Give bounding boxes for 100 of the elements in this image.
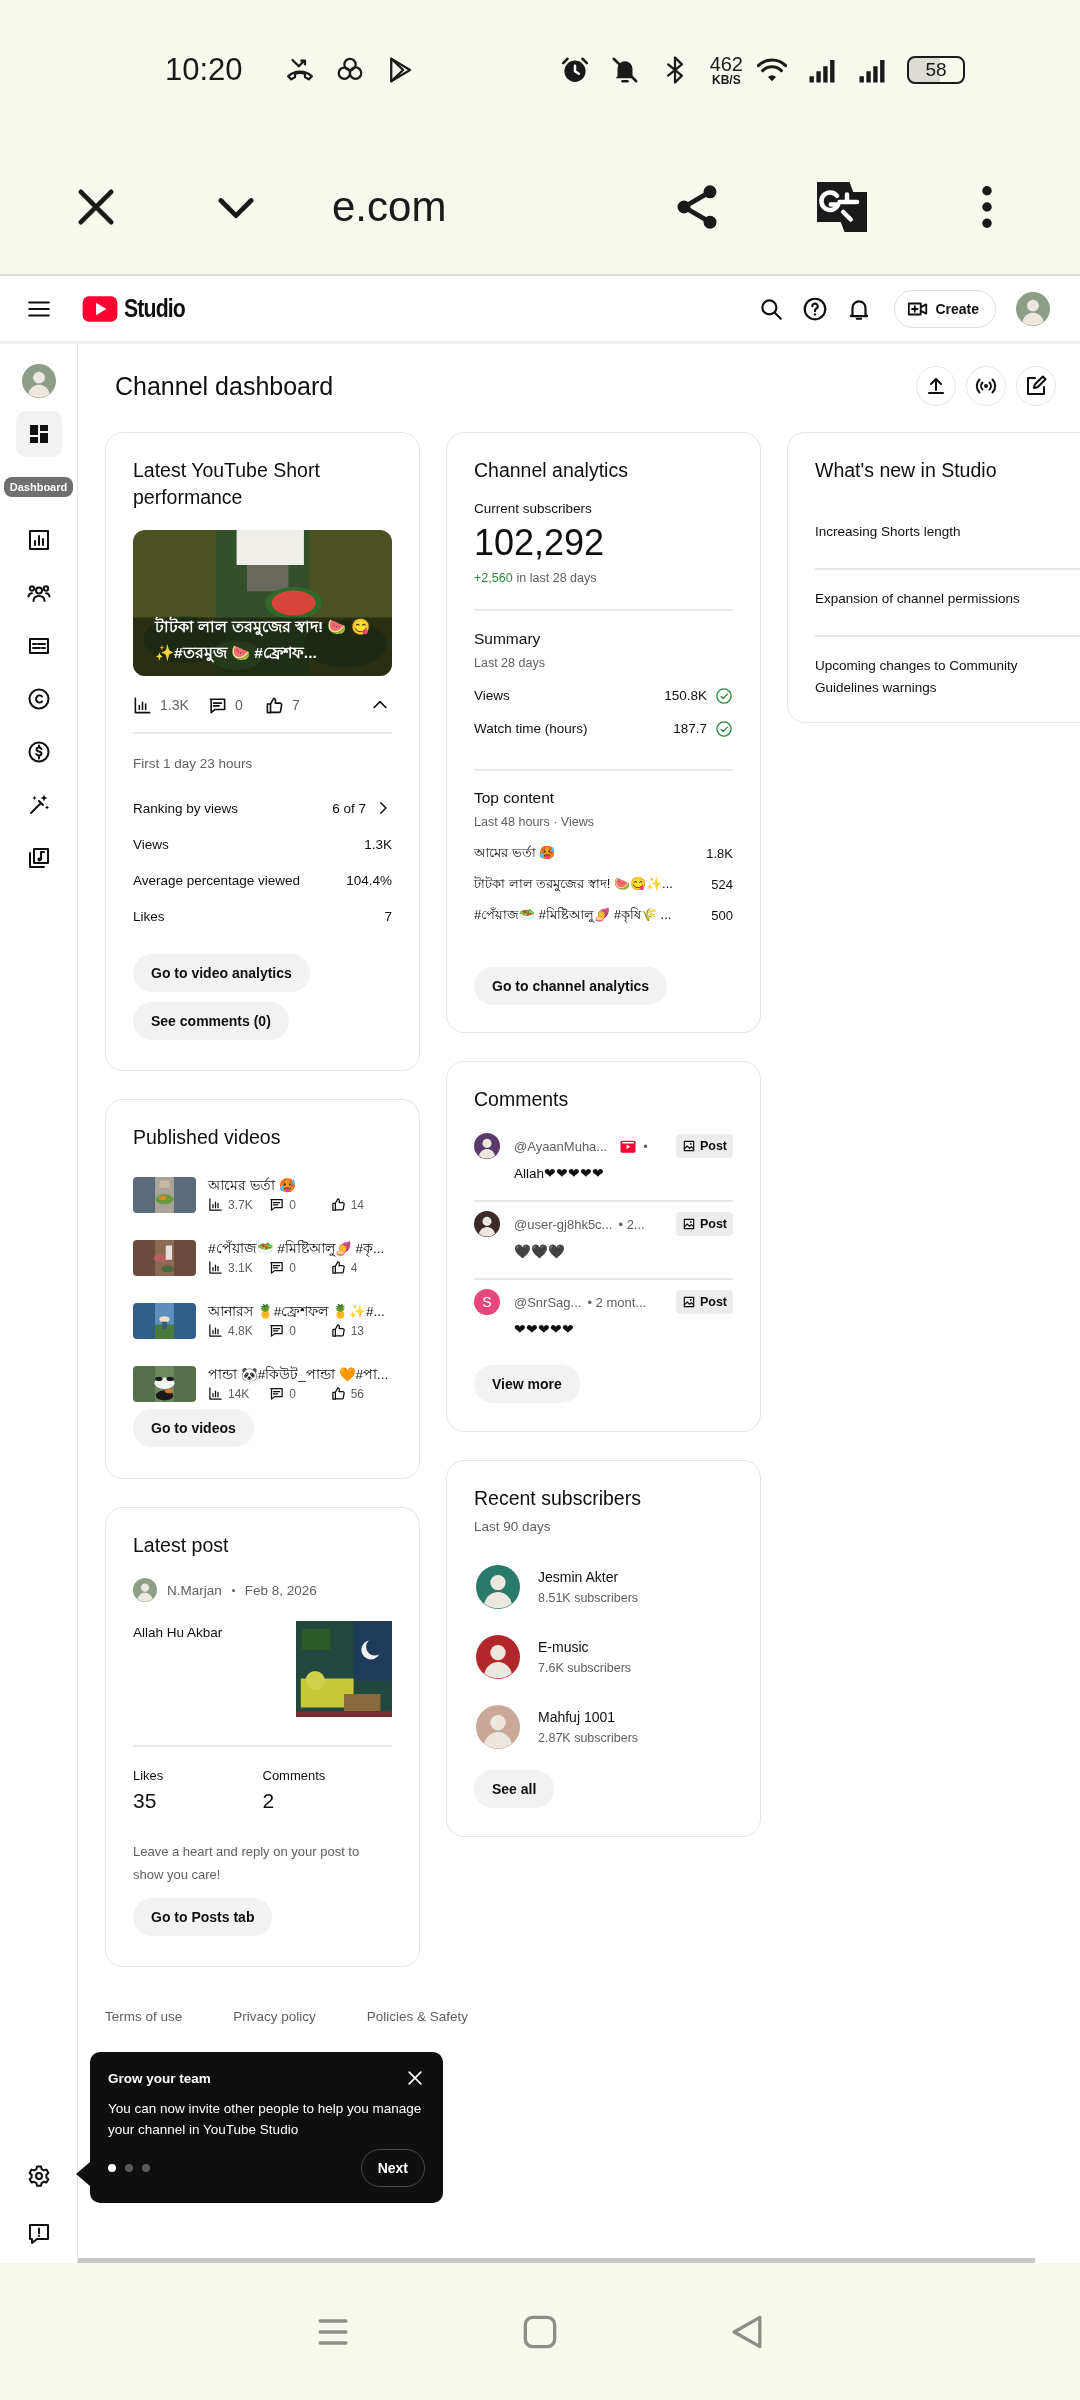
go-to-videos-button[interactable]: Go to videos <box>133 1409 254 1447</box>
copyright-icon <box>26 686 51 711</box>
metric-label: Average percentage viewed <box>133 872 301 888</box>
help-icon[interactable] <box>802 295 829 322</box>
metric-value: 6 of 7 <box>332 800 366 816</box>
view-more-button[interactable]: View more <box>474 1365 580 1403</box>
thumbs-up-icon <box>265 695 284 715</box>
card-title: Channel analytics <box>474 458 629 483</box>
comment-time: • 2... <box>618 1216 645 1232</box>
battery: 58 <box>907 56 965 84</box>
section-period: Last 28 days <box>474 655 546 672</box>
comment-author[interactable]: @SnrSag... <box>514 1294 582 1310</box>
popup-text: You can now invite other people to help you manage your channel in YouTube Studio <box>108 2100 423 2139</box>
subscriber-count: 2.87K subscribers <box>538 1730 639 1747</box>
edit-icon <box>1024 374 1048 398</box>
video-title[interactable]: আমের ভর্তা 🥵 <box>208 1175 392 1196</box>
clock: 10:20 <box>165 52 243 88</box>
metric-label: Watch time (hours) <box>474 721 588 736</box>
comment-time: • 2 mont... <box>587 1294 647 1310</box>
image-icon <box>681 1217 696 1231</box>
post-chip[interactable]: Post <box>675 1134 733 1158</box>
views-count: 14K <box>228 1385 250 1403</box>
thumbs-up-icon <box>330 1260 346 1275</box>
logo-text[interactable]: Studio <box>124 294 185 323</box>
close-icon[interactable] <box>405 2068 425 2088</box>
likes-count: 4 <box>350 1259 358 1277</box>
avatar[interactable] <box>21 363 56 398</box>
views-count: 3.1K <box>228 1259 253 1277</box>
posts-tab-button[interactable]: Go to Posts tab <box>133 1898 273 1936</box>
comment-text: Allah❤❤❤❤❤ <box>514 1165 606 1183</box>
likes-count: 35 <box>133 1788 158 1814</box>
subscriber-count: 102,292 <box>474 523 606 563</box>
comments-count: 0 <box>289 1385 296 1403</box>
post-text: Allah Hu Akbar <box>133 1624 223 1642</box>
video-title[interactable]: টাটকা লাল তরমুজের স্বাদ! 🍉😋✨... <box>474 874 673 895</box>
channel-analytics-button[interactable]: Go to channel analytics <box>474 967 668 1005</box>
subscriber-name[interactable]: Jesmin Akter <box>538 1566 639 1588</box>
news-link[interactable]: Expansion of channel permissions <box>815 588 1075 610</box>
sidebar-item[interactable] <box>15 410 62 457</box>
url-text[interactable]: e.com <box>332 183 542 231</box>
comment-icon <box>269 1197 285 1212</box>
comment-icon <box>269 1260 285 1275</box>
settings-icon <box>26 2164 51 2188</box>
views-count: 524 <box>711 877 733 892</box>
bar-chart-icon <box>208 1386 223 1401</box>
alarm-icon <box>559 55 590 85</box>
bar-chart-icon <box>208 1260 223 1275</box>
likes-label: Likes <box>133 1767 165 1785</box>
metric-label: Views <box>474 688 510 703</box>
comments-count: 0 <box>289 1322 296 1340</box>
feedback-icon <box>26 2222 51 2246</box>
video-title[interactable]: পান্ডা 🐼#কিউট_পান্ডা 🧡#পা... <box>208 1364 392 1385</box>
video-title[interactable]: আমের ভর্তা 🥵 <box>474 843 556 864</box>
footer-link[interactable]: Policies & Safety <box>366 2007 469 2027</box>
comments-count: 0 <box>289 1196 296 1214</box>
avatar[interactable] <box>476 1565 520 1609</box>
likes-count: 13 <box>350 1322 364 1340</box>
footer-link[interactable]: Privacy policy <box>233 2007 316 2027</box>
action-button[interactable]: Go to video analytics <box>133 954 310 992</box>
subscriber-name[interactable]: Mahfuj 1001 <box>538 1706 639 1728</box>
avatar <box>474 1133 500 1159</box>
subscriber-name[interactable]: E-music <box>538 1636 632 1658</box>
card-title: What's new in Studio <box>815 458 998 483</box>
footer-link[interactable]: Terms of use <box>105 2007 183 2027</box>
video-title[interactable]: #পেঁয়াজ🥗 #মিষ্টিআলু🍠 #কৃ... <box>208 1238 392 1259</box>
action-button[interactable]: See comments (0) <box>133 1002 289 1040</box>
comments-count: 2 <box>262 1788 276 1814</box>
comment-icon <box>269 1386 285 1401</box>
avatar: S <box>474 1289 500 1315</box>
avatar[interactable] <box>476 1635 520 1679</box>
video-title[interactable]: #পেঁয়াজ🥗 #মিষ্টিআলু🍠 #কৃষি🌾 ... <box>474 905 672 926</box>
hint-text: Leave a heart and reply on your post to show you care! <box>133 1843 361 1884</box>
see-all-button[interactable]: See all <box>474 1770 555 1808</box>
comment-author[interactable]: @AyaanMuha... <box>514 1138 608 1154</box>
comment-author[interactable]: @user-gj8hk5c... <box>514 1216 613 1232</box>
views-count: 4.8K <box>228 1322 253 1340</box>
post-chip[interactable]: Post <box>675 1290 733 1314</box>
scrollbar[interactable] <box>78 2258 1035 2263</box>
views-count: 3.7K <box>228 1196 253 1214</box>
news-link[interactable]: Upcoming changes to Community Guidelines warnings <box>815 655 1075 699</box>
tooltip: Dashboard <box>3 476 74 497</box>
change-period: in last 28 days <box>516 570 597 587</box>
news-link[interactable]: Increasing Shorts length <box>815 521 1075 543</box>
author-name[interactable]: N.Marjan <box>167 1582 222 1598</box>
music-library-icon <box>26 845 51 870</box>
subscriber-count: 8.51K subscribers <box>538 1590 639 1607</box>
video-title[interactable]: আনারস 🍍#ফ্রেশফল 🍍✨#... <box>208 1301 392 1322</box>
views-count: 500 <box>711 908 733 923</box>
comment-icon <box>208 695 227 715</box>
avatar[interactable] <box>1016 291 1050 326</box>
avatar <box>133 1578 157 1602</box>
subscriber-count: 7.6K subscribers <box>538 1660 632 1677</box>
comment-time: • <box>643 1138 648 1154</box>
image-icon <box>681 1295 696 1309</box>
likes-count: 14 <box>350 1196 364 1214</box>
card-title: Latest post <box>133 1533 230 1558</box>
comment-icon <box>269 1323 285 1338</box>
image-icon <box>681 1139 696 1153</box>
post-chip[interactable]: Post <box>675 1212 733 1236</box>
comment-text: ❤❤❤❤❤ <box>514 1321 575 1339</box>
